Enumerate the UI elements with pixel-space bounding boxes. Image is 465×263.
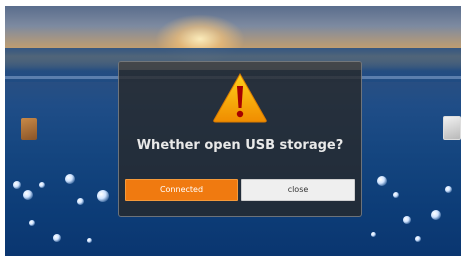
bubble	[97, 190, 109, 202]
close-button[interactable]: close	[241, 179, 355, 201]
bubble	[445, 186, 452, 193]
bubble	[393, 192, 399, 198]
bubble	[403, 216, 411, 224]
bubble	[377, 176, 387, 186]
home-screen-background: Whether open USB storage? Connected clos…	[5, 6, 461, 256]
dialog-header-bar	[119, 62, 361, 70]
usb-storage-dialog: Whether open USB storage? Connected clos…	[118, 61, 362, 217]
dialog-title: Whether open USB storage?	[136, 138, 344, 153]
folder-app-icon[interactable]	[21, 118, 37, 140]
connected-button[interactable]: Connected	[125, 179, 238, 201]
bubble	[29, 220, 35, 226]
bubble	[65, 174, 75, 184]
bubble	[39, 182, 45, 188]
bubble	[53, 234, 61, 242]
warning-triangle-icon	[213, 72, 267, 123]
bubble	[87, 238, 92, 243]
photo-app-icon[interactable]	[443, 116, 461, 140]
bubble	[431, 210, 441, 220]
bubble	[13, 181, 21, 189]
bubble	[371, 232, 376, 237]
bubble	[77, 198, 84, 205]
bubble	[415, 236, 421, 242]
bubble	[23, 190, 33, 200]
